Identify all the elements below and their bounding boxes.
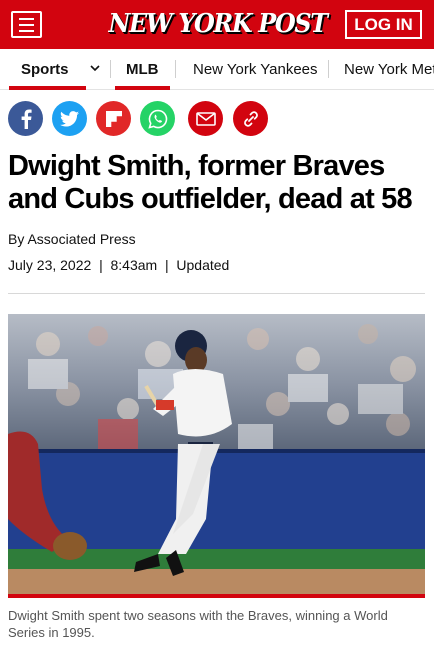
publish-date: July 23, 2022: [8, 257, 92, 273]
email-share-button[interactable]: [188, 101, 223, 136]
publish-time: 8:43am: [110, 257, 158, 273]
nav-divider: [110, 60, 111, 78]
section-nav: Sports MLB New York Yankees New York Met…: [0, 49, 434, 90]
mlb-active-indicator: [115, 86, 170, 90]
nav-divider: [328, 60, 329, 78]
article-byline[interactable]: By Associated Press: [8, 231, 136, 247]
email-icon: [195, 111, 216, 126]
nav-item-mlb[interactable]: MLB: [126, 49, 159, 89]
copy-link-icon: [243, 110, 258, 127]
whatsapp-icon: [147, 109, 167, 129]
flipboard-share-button[interactable]: [96, 101, 131, 136]
hamburger-menu-icon[interactable]: [11, 11, 42, 38]
sports-active-indicator: [9, 86, 86, 90]
facebook-share-button[interactable]: [8, 101, 43, 136]
meta-separator: |: [91, 257, 111, 273]
nav-item-mets[interactable]: New York Mets: [344, 49, 434, 89]
photo-divider: [8, 594, 425, 598]
whatsapp-share-button[interactable]: [140, 101, 175, 136]
article-dateline: July 23, 2022 | 8:43am | Updated: [8, 257, 229, 273]
site-logo[interactable]: NEW YORK POST: [109, 7, 329, 41]
twitter-icon: [60, 110, 79, 127]
top-header: NEW YORK POST LOG IN: [0, 0, 434, 49]
article-photo[interactable]: [8, 314, 425, 594]
login-button[interactable]: LOG IN: [345, 10, 422, 39]
nav-divider: [175, 60, 176, 78]
updated-label: Updated: [176, 257, 230, 273]
logo-text: NEW YORK POST: [108, 9, 329, 39]
nav-item-yankees[interactable]: New York Yankees: [193, 49, 318, 89]
twitter-share-button[interactable]: [52, 101, 87, 136]
meta-separator: |: [157, 257, 177, 273]
divider: [8, 293, 425, 294]
flipboard-icon: [105, 110, 122, 127]
photo-caption: Dwight Smith spent two seasons with the …: [8, 608, 388, 640]
facebook-icon: [21, 109, 32, 129]
chevron-down-icon[interactable]: [90, 62, 100, 76]
copy-link-button[interactable]: [233, 101, 268, 136]
article-headline: Dwight Smith, former Braves and Cubs out…: [8, 150, 413, 215]
nav-item-sports[interactable]: Sports: [21, 49, 69, 89]
